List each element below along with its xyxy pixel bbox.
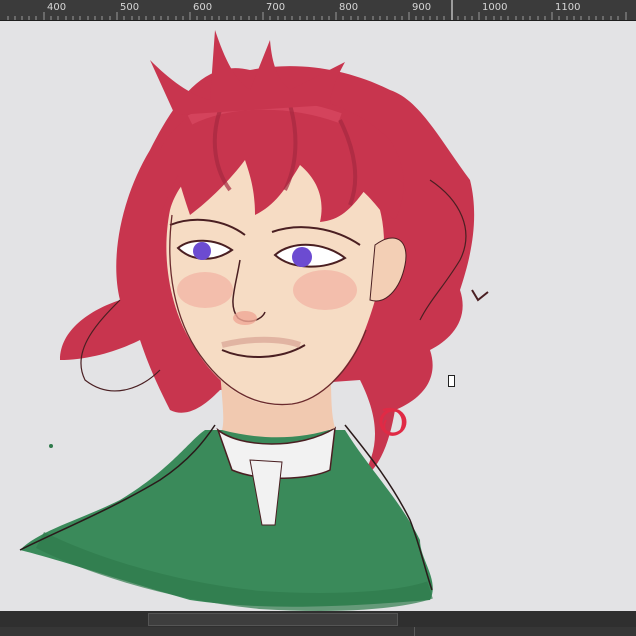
status-bar — [0, 627, 636, 636]
status-divider — [414, 627, 415, 636]
text-cursor-icon — [448, 375, 455, 387]
stray-dot — [49, 444, 53, 448]
blush-right — [293, 270, 357, 310]
scrollbar-thumb[interactable] — [148, 613, 398, 626]
blush-left — [177, 272, 233, 308]
character-illustration — [19, 30, 489, 611]
nose-tip — [233, 311, 257, 325]
horizontal-scrollbar[interactable] — [0, 611, 636, 627]
iris-right — [292, 247, 312, 267]
heart-doodle — [471, 289, 489, 302]
ruler-ticks — [7, 0, 627, 20]
jacket — [20, 430, 433, 607]
horizontal-ruler: 400 500 600 700 800 900 1000 1100 — [0, 0, 636, 21]
drawing-canvas[interactable] — [0, 21, 636, 611]
iris-left — [193, 242, 211, 260]
